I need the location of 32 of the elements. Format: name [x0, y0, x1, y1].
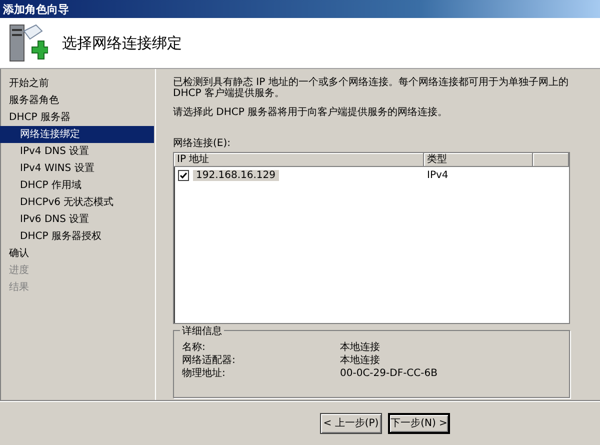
sidebar-item[interactable]: 开始之前 — [0, 75, 154, 92]
page-heading: 选择网络连接绑定 — [62, 34, 182, 52]
sidebar-item[interactable]: 确认 — [0, 245, 154, 262]
window-title: 添加角色向导 — [3, 2, 69, 16]
sidebar-item[interactable]: 服务器角色 — [0, 92, 154, 109]
column-header[interactable]: 类型 — [424, 153, 533, 167]
detail-value: 本地连接 — [340, 354, 381, 367]
table-cell-text: IPv4 — [426, 170, 450, 180]
intro-text: 已检测到具有静态 IP 地址的一个或多个网络连接。每个网络连接都可用于为单独子网上的 DHCP 客户端提供服务。 — [173, 77, 570, 99]
column-header[interactable] — [533, 153, 569, 167]
detail-label: 网络适配器: — [182, 354, 236, 367]
sidebar-item[interactable]: DHCP 服务器授权 — [0, 228, 154, 245]
sidebar-item[interactable]: DHCP 作用域 — [0, 177, 154, 194]
next-button[interactable]: 下一步(N) > — [388, 412, 450, 434]
back-button[interactable]: < 上一步(P) — [320, 412, 382, 434]
table-cell[interactable]: 192.168.16.129 — [193, 170, 279, 180]
sidebar-item[interactable]: IPv4 DNS 设置 — [0, 143, 154, 160]
sidebar-item[interactable]: DHCPv6 无状态模式 — [0, 194, 154, 211]
list-label: 网络连接(E): — [173, 136, 232, 150]
sidebar-item[interactable]: 网络连接绑定 — [0, 126, 154, 143]
detail-label: 物理地址: — [182, 367, 226, 380]
sidebar-item[interactable]: DHCP 服务器 — [0, 109, 154, 126]
detail-value: 本地连接 — [340, 341, 381, 354]
detail-value: 00-0C-29-DF-CC-6B — [340, 367, 438, 380]
checkbox[interactable] — [178, 170, 189, 180]
instruction-text: 请选择此 DHCP 服务器将用于向客户端提供服务的网络连接。 — [173, 107, 449, 118]
column-header[interactable]: IP 地址 — [174, 153, 424, 167]
group-title: 详细信息 — [180, 324, 224, 338]
sidebar-item[interactable]: IPv6 DNS 设置 — [0, 211, 154, 228]
connection-list[interactable]: IP 地址 类型 192.168.16.129 IPv4 — [173, 152, 570, 324]
detail-label: 名称: — [182, 341, 206, 354]
sidebar-item[interactable]: IPv4 WINS 设置 — [0, 160, 154, 177]
